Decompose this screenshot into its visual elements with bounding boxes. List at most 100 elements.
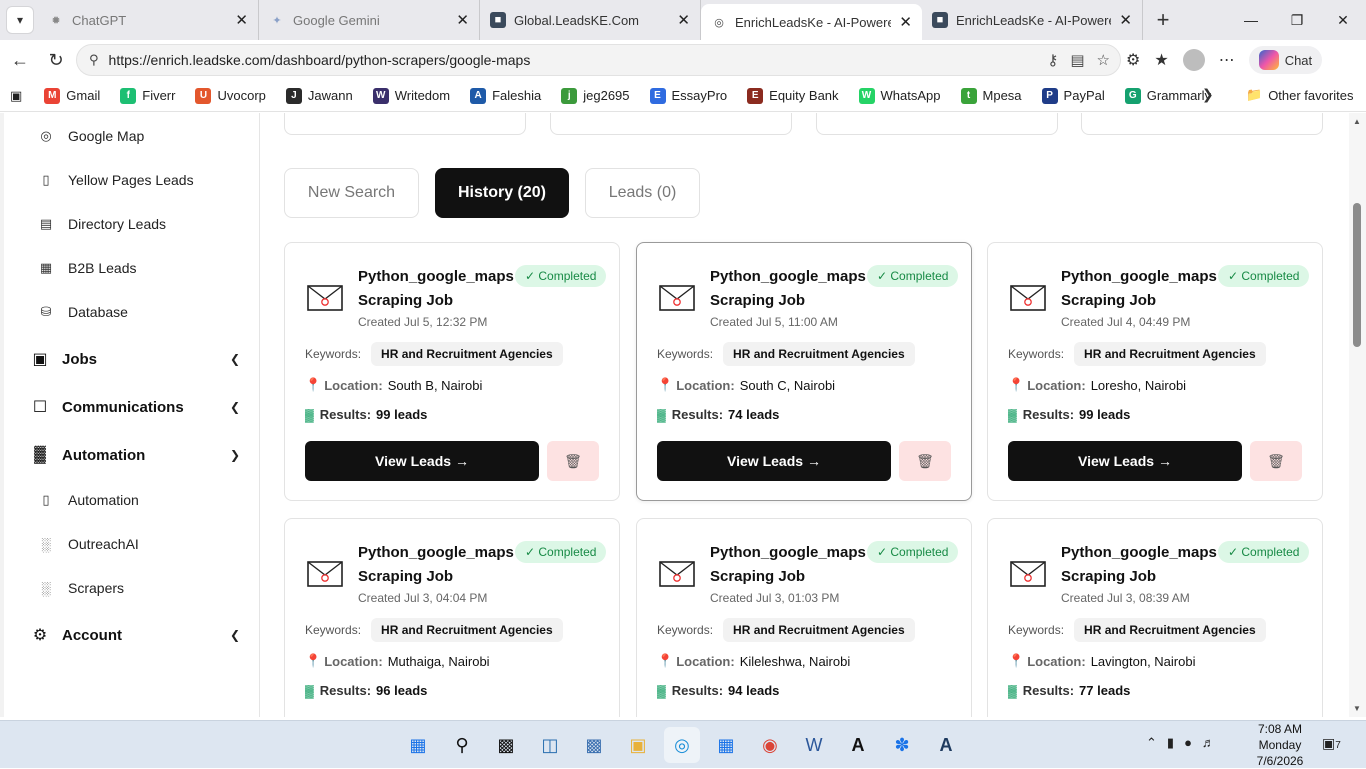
- scroll-down-arrow-icon[interactable]: ▼: [1353, 704, 1361, 713]
- site-info-icon[interactable]: ⚲: [89, 52, 99, 68]
- scroll-up-arrow-icon[interactable]: ▲: [1353, 117, 1361, 126]
- extensions-icon[interactable]: ⚙: [1126, 50, 1140, 70]
- more-menu-icon[interactable]: ⋯: [1219, 50, 1235, 70]
- results-value: 96 leads: [376, 683, 428, 698]
- sidebar-item-b2b-leads[interactable]: ▦ B2B Leads: [38, 260, 137, 276]
- browser-tab[interactable]: ■ EnrichLeadsKe - AI-Powered Le ✕: [922, 0, 1143, 40]
- sidebar-item-google-map[interactable]: ◎ Google Map: [38, 128, 144, 144]
- url-field[interactable]: ⚲ https://enrich.leadske.com/dashboard/p…: [76, 44, 1121, 76]
- chevron-up-icon[interactable]: ⌃: [1146, 735, 1157, 751]
- tab-history[interactable]: History (20): [435, 168, 569, 218]
- browser-tab[interactable]: ✦ Google Gemini ✕: [259, 0, 480, 40]
- profile-avatar[interactable]: [1182, 49, 1205, 71]
- location-value: South B, Nairobi: [387, 377, 483, 393]
- close-tab-icon[interactable]: ✕: [456, 11, 469, 29]
- close-tab-icon[interactable]: ✕: [235, 11, 248, 29]
- bookmark-folder-icon[interactable]: ▣: [10, 88, 22, 104]
- tab-leads[interactable]: Leads (0): [585, 168, 700, 218]
- bookmark-fiverr[interactable]: f Fiverr: [120, 87, 175, 104]
- bookmark-faleshia[interactable]: A Faleshia: [470, 87, 541, 104]
- site-icon: ■: [490, 12, 506, 28]
- browser-tab[interactable]: ✹ ChatGPT ✕: [38, 0, 259, 40]
- close-tab-icon[interactable]: ✕: [899, 13, 912, 31]
- clock[interactable]: 7:08 AM Monday 7/6/2026: [1250, 721, 1310, 769]
- favorite-star-icon[interactable]: ☆: [1097, 51, 1110, 69]
- widgets-icon[interactable]: ◫: [532, 727, 568, 763]
- remote-desktop-icon[interactable]: ▩: [576, 727, 612, 763]
- task-view-icon[interactable]: ▩: [488, 727, 524, 763]
- close-tab-icon[interactable]: ✕: [677, 11, 690, 29]
- sidebar-item-directory-leads[interactable]: ▤ Directory Leads: [38, 216, 166, 232]
- sidebar-section-account[interactable]: ⚙ Account ❮: [30, 625, 240, 645]
- delete-button[interactable]: 🗑: [899, 441, 951, 481]
- job-created: Created Jul 3, 01:03 PM: [710, 591, 840, 605]
- minimize-icon[interactable]: —: [1228, 0, 1274, 40]
- windows-start-icon[interactable]: ▦: [400, 727, 436, 763]
- view-leads-button[interactable]: View Leads →: [657, 441, 891, 481]
- restore-icon[interactable]: ❐: [1274, 0, 1320, 40]
- bookmark-jawann[interactable]: J Jawann: [285, 87, 353, 104]
- building-icon: ▦: [39, 260, 53, 275]
- store-icon[interactable]: ▦: [708, 727, 744, 763]
- chat-button[interactable]: Chat: [1248, 46, 1323, 74]
- job-title: Python_google_maps Scraping Job: [358, 544, 514, 585]
- app-a-dark-icon[interactable]: A: [928, 727, 964, 763]
- back-arrow-icon[interactable]: ←: [2, 42, 38, 78]
- new-tab-button[interactable]: +: [1143, 0, 1183, 40]
- sidebar-item-automation[interactable]: ▯ Automation: [38, 492, 138, 508]
- tab-actions-menu[interactable]: ▾: [6, 6, 34, 34]
- word-icon[interactable]: W: [796, 727, 832, 763]
- browser-tab-active[interactable]: ◎ EnrichLeadsKe - AI-Powered Le ✕: [701, 4, 922, 40]
- sidebar-item-scrapers[interactable]: ░ Scrapers: [38, 580, 124, 596]
- bookmark-mpesa[interactable]: t Mpesa: [960, 87, 1022, 104]
- search-icon[interactable]: ⚲: [444, 727, 480, 763]
- bookmark-essaypro[interactable]: E EssayPro: [649, 87, 727, 104]
- sidebar-item-outreachai[interactable]: ░ OutreachAI: [38, 536, 138, 552]
- wifi-icon[interactable]: ●: [1184, 735, 1192, 751]
- close-window-icon[interactable]: ✕: [1320, 0, 1366, 40]
- bookmark-paypal[interactable]: P PayPal: [1041, 87, 1105, 104]
- tab-title: EnrichLeadsKe - AI-Powered Le: [735, 14, 892, 30]
- status-badge: ✓ Completed: [1218, 265, 1310, 287]
- notification-icon[interactable]: ▣7: [1322, 735, 1341, 752]
- other-favorites[interactable]: 📁 Other favorites: [1246, 87, 1353, 103]
- sidebar-item-yellow-pages[interactable]: ▯ Yellow Pages Leads: [38, 172, 193, 188]
- reader-view-icon[interactable]: ▤: [1070, 51, 1084, 69]
- chrome-icon[interactable]: ◉: [752, 727, 788, 763]
- bookmark-uvocorp[interactable]: U Uvocorp: [195, 87, 266, 104]
- refresh-icon[interactable]: ↻: [38, 42, 74, 78]
- key-icon[interactable]: ⚷: [1047, 51, 1058, 69]
- sidebar-section-automation[interactable]: ▓ Automation ❯: [30, 445, 240, 465]
- trash-icon: 🗑: [564, 452, 582, 469]
- close-tab-icon[interactable]: ✕: [1119, 11, 1132, 29]
- delete-button[interactable]: 🗑: [1250, 441, 1302, 481]
- file-explorer-icon[interactable]: ▣: [620, 727, 656, 763]
- bookmark-jeg2695[interactable]: j jeg2695: [561, 87, 630, 104]
- scrollbar-thumb[interactable]: [1353, 203, 1361, 347]
- location-row: 📍 Location: Muthaiga, Nairobi: [305, 653, 490, 669]
- browser-tab[interactable]: ■ Global.LeadsKE.Com ✕: [480, 0, 701, 40]
- sidebar-item-database[interactable]: ⛁ Database: [38, 304, 128, 320]
- bookmark-writedom[interactable]: W Writedom: [372, 87, 450, 104]
- sidebar-section-communications[interactable]: ☐ Communications ❮: [30, 397, 240, 417]
- favorites-icon[interactable]: ★: [1154, 50, 1168, 70]
- view-leads-button[interactable]: View Leads →: [1008, 441, 1242, 481]
- butterfly-app-icon[interactable]: ✽: [884, 727, 920, 763]
- app-a-icon[interactable]: A: [840, 727, 876, 763]
- bookmark-whatsapp[interactable]: W WhatsApp: [858, 87, 941, 104]
- delete-button[interactable]: 🗑: [547, 441, 599, 481]
- location-value: Kileleshwa, Nairobi: [739, 653, 851, 669]
- battery-icon[interactable]: ▮: [1167, 735, 1174, 751]
- bookmark-grammarly[interactable]: G Grammarly: [1124, 87, 1211, 104]
- sidebar-section-jobs[interactable]: ▣ Jobs ❮: [30, 349, 240, 369]
- edge-browser-icon[interactable]: ◎: [664, 727, 700, 763]
- bookmark-gmail[interactable]: M Gmail: [44, 87, 100, 104]
- vertical-scrollbar[interactable]: ▲ ▼: [1349, 113, 1366, 717]
- gear-icon: ⚙: [32, 627, 48, 644]
- chevron-right-icon[interactable]: ❯: [1202, 86, 1214, 103]
- volume-icon[interactable]: ♬: [1202, 735, 1215, 751]
- view-leads-button[interactable]: View Leads →: [305, 441, 539, 481]
- bookmark-equity-bank[interactable]: E Equity Bank: [747, 87, 839, 104]
- tab-new-search[interactable]: New Search: [284, 168, 419, 218]
- keyword-chip: HR and Recruitment Agencies: [723, 342, 915, 366]
